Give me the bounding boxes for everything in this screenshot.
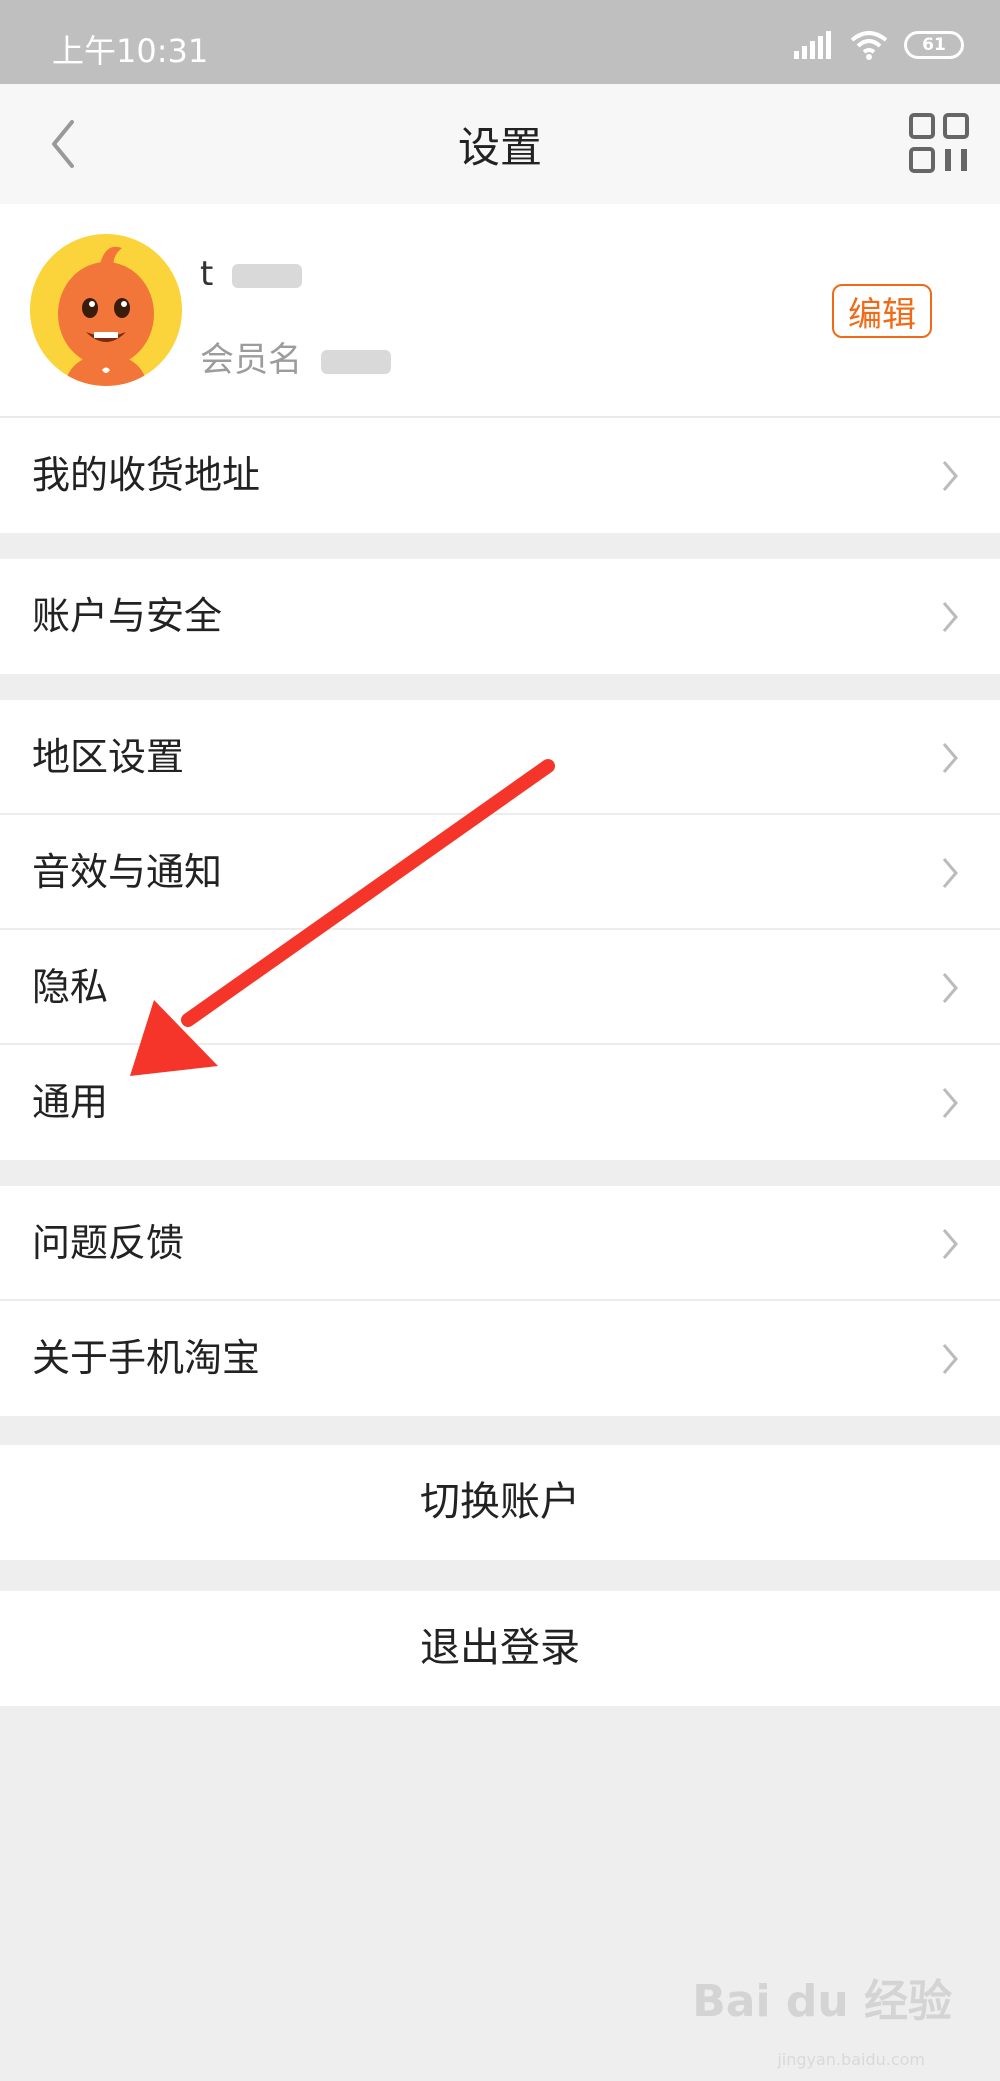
chevron-right-icon bbox=[942, 1344, 958, 1374]
menu-group-account: 账户与安全 bbox=[0, 559, 1000, 674]
qr-code-icon[interactable] bbox=[908, 112, 970, 174]
menu-item-label: 音效与通知 bbox=[32, 850, 223, 894]
menu-item-feedback[interactable]: 问题反馈 bbox=[0, 1186, 1000, 1301]
menu-item-about[interactable]: 关于手机淘宝 bbox=[0, 1301, 1000, 1416]
menu-item-label: 账户与安全 bbox=[32, 594, 223, 638]
menu-item-label: 我的收货地址 bbox=[32, 453, 261, 497]
menu-group-support: 问题反馈 关于手机淘宝 bbox=[0, 1186, 1000, 1416]
status-time: 上午10:31 bbox=[52, 32, 209, 70]
menu-item-label: 通用 bbox=[32, 1080, 109, 1124]
menu-group-preferences: 地区设置 音效与通知 隐私 通用 bbox=[0, 700, 1000, 1160]
member-name-row: 会员名 bbox=[200, 332, 391, 381]
chevron-right-icon bbox=[942, 602, 958, 632]
chevron-right-icon bbox=[942, 461, 958, 491]
nav-bar: 设置 bbox=[0, 84, 1000, 204]
page-title: 设置 bbox=[457, 123, 542, 172]
watermark-logo: Bai du 经验 bbox=[692, 1976, 952, 2027]
profile-card[interactable]: t 会员名 编辑 bbox=[0, 204, 1000, 418]
avatar[interactable] bbox=[30, 234, 182, 386]
menu-item-general[interactable]: 通用 bbox=[0, 1045, 1000, 1160]
chevron-right-icon bbox=[942, 1229, 958, 1259]
profile-name: t bbox=[200, 254, 303, 294]
menu-item-privacy[interactable]: 隐私 bbox=[0, 930, 1000, 1045]
menu-item-label: 问题反馈 bbox=[32, 1221, 185, 1265]
menu-item-region[interactable]: 地区设置 bbox=[0, 700, 1000, 815]
signal-icon bbox=[794, 31, 831, 59]
profile-name-initial: t bbox=[200, 254, 214, 294]
logout-button[interactable]: 退出登录 bbox=[0, 1591, 1000, 1706]
menu-item-sound-notifications[interactable]: 音效与通知 bbox=[0, 815, 1000, 930]
privacy-blur bbox=[232, 263, 303, 288]
chevron-right-icon bbox=[942, 858, 958, 888]
wifi-icon bbox=[850, 31, 888, 60]
menu-item-account-security[interactable]: 账户与安全 bbox=[0, 559, 1000, 674]
status-bar: 上午10:31 61 bbox=[0, 0, 1000, 84]
status-icons: 61 bbox=[794, 30, 964, 60]
battery-indicator: 61 bbox=[904, 31, 964, 59]
chevron-right-icon bbox=[942, 1088, 958, 1118]
menu-group-address: 我的收货地址 bbox=[0, 418, 1000, 533]
menu-item-label: 地区设置 bbox=[32, 735, 185, 779]
chevron-right-icon bbox=[942, 743, 958, 773]
mascot-avatar-icon bbox=[30, 234, 182, 386]
switch-account-button[interactable]: 切换账户 bbox=[0, 1445, 1000, 1560]
privacy-blur bbox=[320, 349, 391, 374]
edit-profile-button[interactable]: 编辑 bbox=[832, 284, 932, 338]
member-name-label: 会员名 bbox=[200, 340, 302, 380]
watermark-url: jingyan.baidu.com bbox=[777, 2050, 925, 2069]
menu-item-label: 隐私 bbox=[32, 965, 109, 1009]
menu-item-address[interactable]: 我的收货地址 bbox=[0, 418, 1000, 533]
chevron-right-icon bbox=[942, 973, 958, 1003]
menu-item-label: 关于手机淘宝 bbox=[32, 1336, 261, 1380]
